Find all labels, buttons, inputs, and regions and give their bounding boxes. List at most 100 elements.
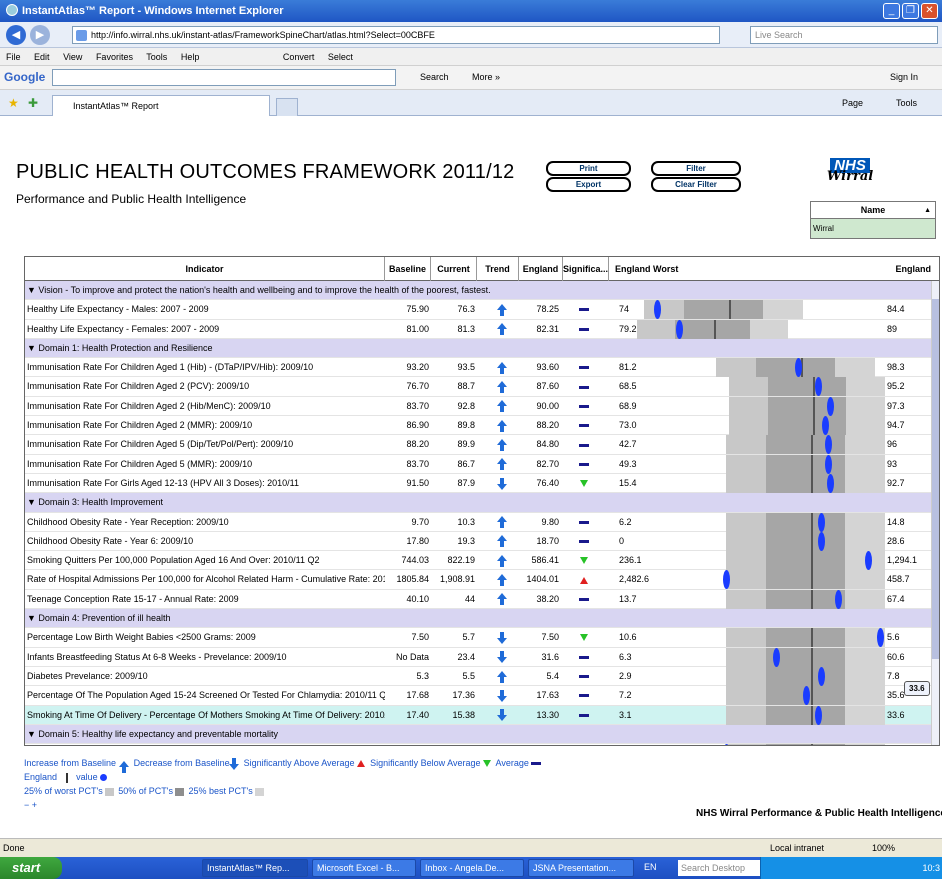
spine-bar-segment: [845, 686, 885, 706]
table-row[interactable]: Immunisation Rate For Children Aged 2 (M…: [25, 416, 939, 436]
section-row[interactable]: ▼ Domain 5: Healthy life expectancy and …: [25, 724, 939, 745]
table-row[interactable]: Childhood Obesity Rate - Year Reception:…: [25, 512, 939, 532]
taskbar-item-jsna[interactable]: JSNA Presentation...: [528, 859, 634, 877]
new-tab-button[interactable]: [276, 98, 298, 116]
table-row[interactable]: Immunisation Rate For Children Aged 2 (P…: [25, 377, 939, 397]
england-best-value: 96: [887, 439, 898, 450]
report-content: PUBLIC HEALTH OUTCOMES FRAMEWORK 2011/12…: [6, 146, 942, 832]
taskbar-item-excel[interactable]: Microsoft Excel - B...: [312, 859, 416, 877]
google-search-input[interactable]: [52, 69, 396, 86]
menu-help[interactable]: Help: [181, 52, 200, 62]
menu-file[interactable]: File: [6, 52, 21, 62]
language-indicator[interactable]: EN: [644, 862, 657, 872]
table-row[interactable]: Immunisation Rate For Children Aged 1 (H…: [25, 358, 939, 378]
table-row[interactable]: Percentage Of The Population Aged 15-24 …: [25, 686, 939, 706]
value-dot: [824, 454, 832, 474]
england-marker: [810, 744, 813, 745]
taskbar-item-instantatlas[interactable]: InstantAtlas™ Rep...: [202, 859, 308, 877]
sort-up-icon[interactable]: ▲: [924, 202, 931, 219]
table-row[interactable]: Rate of Hospital Admissions Per 100,000 …: [25, 570, 939, 590]
google-search-button[interactable]: Search: [420, 72, 449, 82]
name-list-item[interactable]: Wirral: [811, 219, 935, 238]
england-marker: [810, 628, 813, 648]
menu-view[interactable]: View: [63, 52, 82, 62]
table-scrollbar[interactable]: [931, 281, 939, 745]
col-baseline[interactable]: Baseline: [385, 257, 431, 281]
table-row[interactable]: Immunisation Rate For Children Aged 5 (M…: [25, 454, 939, 474]
name-list-header[interactable]: Name ▲: [811, 202, 935, 219]
select-button[interactable]: Select: [328, 52, 353, 62]
baseline-value: 17.80: [406, 535, 429, 546]
page-icon: [76, 30, 87, 41]
zoom-level[interactable]: 100%: [872, 839, 895, 857]
export-button[interactable]: Export: [546, 177, 631, 192]
minimize-button[interactable]: _: [883, 3, 900, 19]
england-marker: [810, 473, 813, 493]
section-label: ▼ Vision - To improve and protect the na…: [27, 285, 491, 295]
col-significance[interactable]: Significa...: [563, 257, 609, 281]
table-header: Indicator Baseline Current Trend England…: [25, 257, 939, 298]
table-row[interactable]: All Age All Cause Mortality Rate Per 100…: [25, 744, 939, 745]
more-button[interactable]: More »: [472, 72, 500, 82]
maximize-button[interactable]: ❐: [902, 3, 919, 19]
section-row[interactable]: ▼ Domain 4: Prevention of ill health: [25, 609, 939, 629]
table-row[interactable]: Infants Breastfeeding Status At 6-8 Week…: [25, 647, 939, 667]
back-icon[interactable]: ◀: [6, 25, 26, 45]
table-row[interactable]: Healthy Life Expectancy - Females: 2007 …: [25, 319, 939, 339]
table-row[interactable]: Immunisation Rate For Girls Aged 12-13 (…: [25, 473, 939, 494]
menu-favorites[interactable]: Favorites: [96, 52, 133, 62]
menu-tools[interactable]: Tools: [146, 52, 167, 62]
baseline-value: 1805.84: [396, 574, 429, 585]
filter-button[interactable]: Filter: [651, 161, 741, 176]
table-row[interactable]: Teenage Conception Rate 15-17 - Annual R…: [25, 589, 939, 610]
clear-filter-button[interactable]: Clear Filter: [651, 177, 741, 192]
england-best-value: 94.7: [887, 420, 905, 431]
zoom-controls[interactable]: − +: [24, 798, 541, 812]
taskbar-item-inbox[interactable]: Inbox - Angela.De...: [420, 859, 524, 877]
indicator-name: Immunisation Rate For Children Aged 2 (H…: [27, 400, 271, 411]
england-value: 78.25: [536, 304, 559, 315]
menu-edit[interactable]: Edit: [34, 52, 50, 62]
indicator-name: Immunisation Rate For Children Aged 5 (D…: [27, 439, 294, 450]
tools-menu[interactable]: Tools: [896, 98, 917, 108]
section-row[interactable]: ▼ Domain 3: Health Improvement: [25, 493, 939, 513]
table-row[interactable]: Healthy Life Expectancy - Males: 2007 - …: [25, 300, 939, 320]
baseline-value: 7.50: [411, 632, 429, 643]
convert-button[interactable]: Convert: [283, 52, 315, 62]
desktop-search-input[interactable]: Search Desktop: [678, 860, 764, 876]
col-current[interactable]: Current: [431, 257, 477, 281]
col-england[interactable]: England: [519, 257, 563, 281]
indicator-name: Healthy Life Expectancy - Males: 2007 - …: [27, 304, 209, 315]
scrollbar-thumb[interactable]: [932, 299, 939, 659]
table-row[interactable]: Childhood Obesity Rate - Year 6: 2009/10…: [25, 531, 939, 552]
table-row[interactable]: Immunisation Rate For Children Aged 2 (H…: [25, 396, 939, 417]
table-row[interactable]: Smoking Quitters Per 100,000 Population …: [25, 551, 939, 571]
table-row[interactable]: Smoking At Time Of Delivery - Percentage…: [25, 705, 939, 725]
spine-bar-segment: [726, 744, 766, 745]
page-menu[interactable]: Page: [842, 98, 863, 108]
google-toolbar: Google Search More » Sign In: [0, 66, 942, 90]
baseline-value: 86.90: [406, 420, 429, 431]
start-button[interactable]: start: [0, 857, 62, 879]
print-button[interactable]: Print: [546, 161, 631, 176]
add-favorite-icon[interactable]: ✚: [28, 96, 38, 110]
table-row[interactable]: Immunisation Rate For Children Aged 5 (D…: [25, 435, 939, 455]
table-row[interactable]: Diabetes Prevelance: 2009/10 5.3 5.5 5.4 2.9…: [25, 666, 939, 687]
favorites-star-icon[interactable]: ★: [8, 96, 19, 110]
col-england-best[interactable]: England Best: [875, 257, 932, 298]
current-value: 89.9: [457, 439, 475, 450]
indicator-name: Healthy Life Expectancy - Females: 2007 …: [27, 323, 220, 334]
table-row[interactable]: Percentage Low Birth Weight Babies <2500…: [25, 628, 939, 648]
col-trend[interactable]: Trend: [477, 257, 519, 281]
sign-in-link[interactable]: Sign In: [890, 72, 918, 82]
forward-icon[interactable]: ▶: [30, 25, 50, 45]
col-england-worst[interactable]: England Worst: [615, 257, 875, 281]
close-button[interactable]: ✕: [921, 3, 938, 19]
england-marker: [810, 454, 813, 474]
live-search-input[interactable]: Live Search: [750, 26, 938, 44]
section-row[interactable]: ▼ Domain 1: Health Protection and Resili…: [25, 338, 939, 359]
tab-instantatlas[interactable]: InstantAtlas™ Report: [52, 95, 270, 116]
col-indicator[interactable]: Indicator: [25, 257, 385, 281]
section-row[interactable]: ▼ Vision - To improve and protect the na…: [25, 281, 939, 301]
url-input[interactable]: http://info.wirral.nhs.uk/instant-atlas/…: [72, 26, 720, 44]
